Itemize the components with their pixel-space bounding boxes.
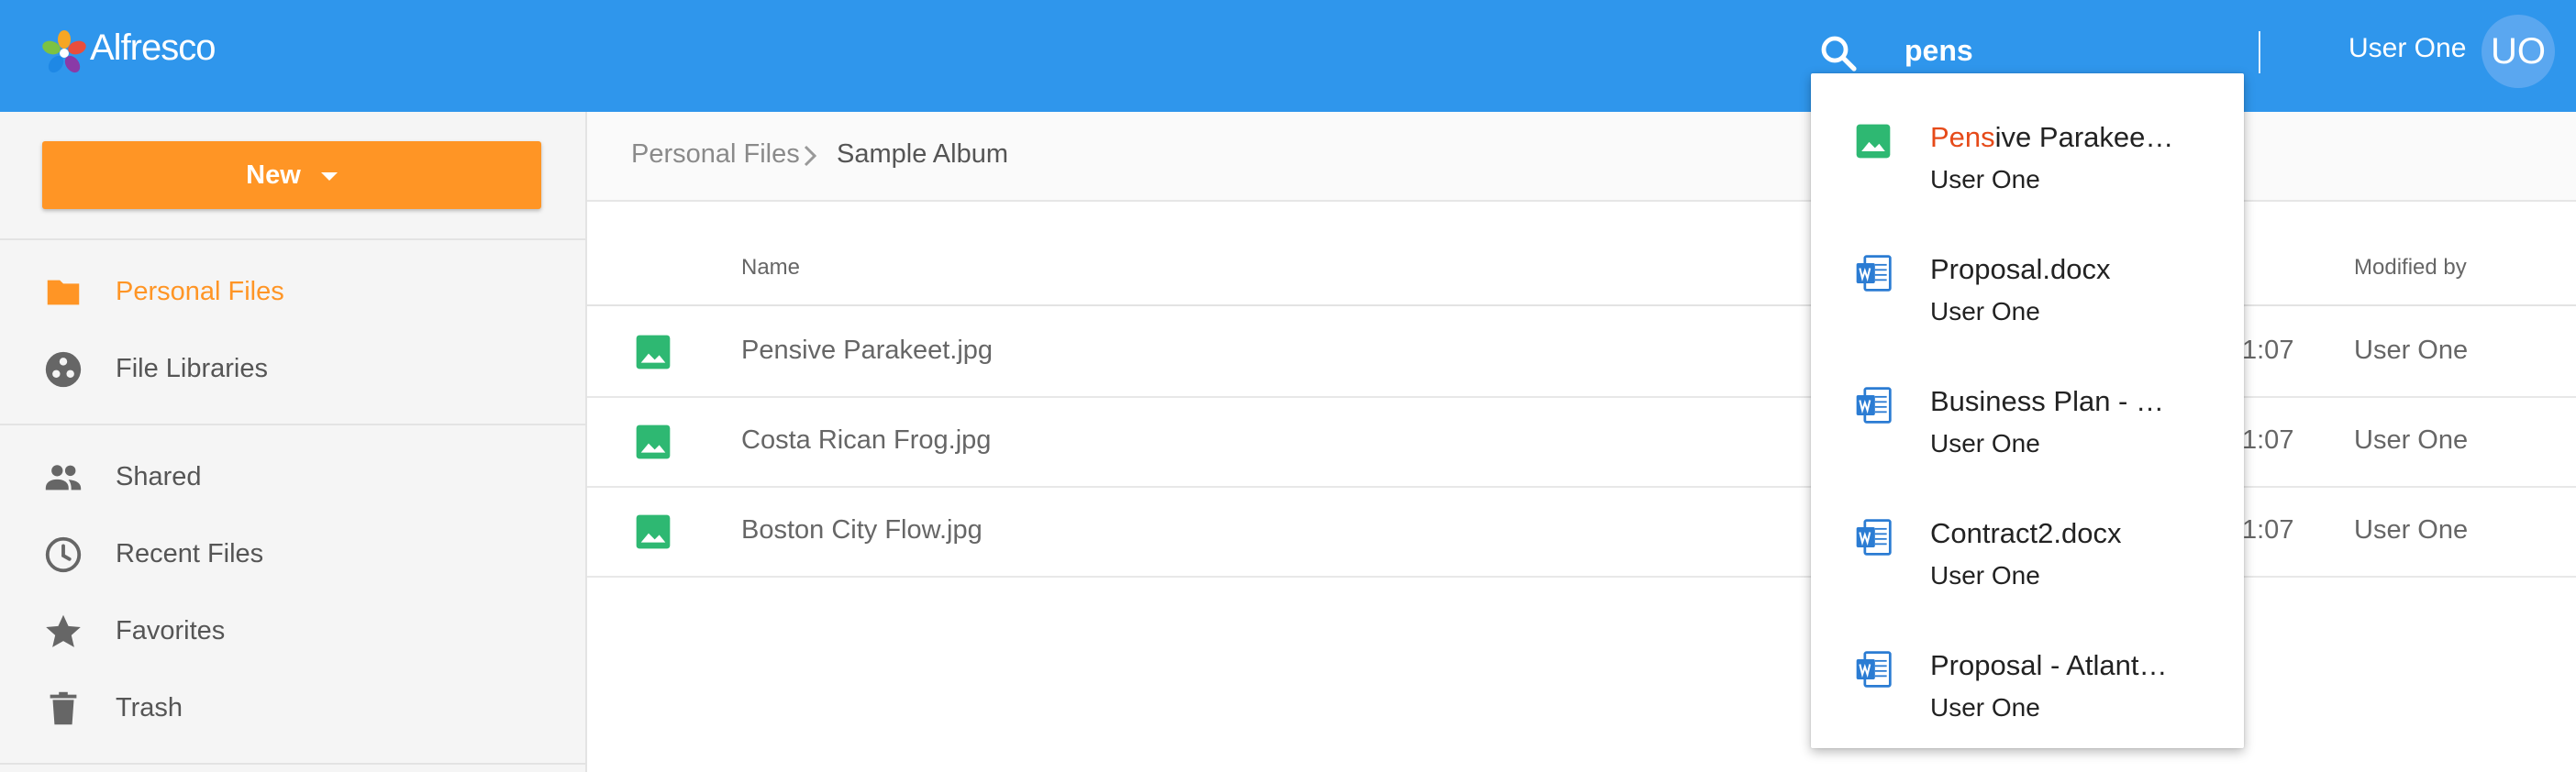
table-row[interactable]: Boston City Flow.jpg 1:07 User One: [587, 486, 2576, 578]
sidebar-item-favorites[interactable]: Favorites: [0, 598, 583, 662]
clock-icon: [42, 534, 84, 576]
search-result-owner: User One: [1930, 693, 2040, 722]
modified-time: 1:07: [2242, 336, 2294, 365]
modified-time: 1:07: [2242, 515, 2294, 545]
new-button-label: New: [246, 160, 301, 190]
search-result-item[interactable]: Proposal - Atlant… User One: [1811, 601, 2244, 733]
search-result-owner: User One: [1930, 561, 2040, 590]
app-name: Alfresco: [90, 28, 216, 68]
user-name[interactable]: User One: [2348, 33, 2466, 64]
modified-time: 1:07: [2242, 425, 2294, 455]
image-file-icon: [635, 513, 672, 550]
file-name[interactable]: Costa Rican Frog.jpg: [741, 425, 991, 456]
trash-icon: [42, 688, 84, 730]
search-icon[interactable]: [1816, 31, 1860, 75]
column-header-modified-by[interactable]: Modified by: [2354, 255, 2467, 281]
search-result-item[interactable]: Contract2.docx User One: [1811, 469, 2244, 601]
modified-by: User One: [2354, 336, 2469, 365]
breadcrumb: Personal Files Sample Album: [587, 112, 2576, 202]
new-button[interactable]: New: [42, 141, 541, 209]
sidebar-item-label: Recent Files: [116, 539, 264, 568]
file-name[interactable]: Pensive Parakeet.jpg: [741, 336, 993, 366]
search-result-name: Pensive Parakee…: [1930, 121, 2205, 154]
sidebar-item-label: Trash: [116, 693, 183, 722]
search-result-name: Proposal - Atlant…: [1930, 649, 2168, 681]
header-divider: [2259, 31, 2260, 73]
sidebar-item-label: Favorites: [116, 616, 226, 645]
image-file-icon: [635, 424, 672, 460]
table-row[interactable]: Costa Rican Frog.jpg 1:07 User One: [587, 396, 2576, 488]
word-doc-icon: [1853, 253, 1893, 293]
sidebar-item-shared[interactable]: Shared: [0, 444, 583, 508]
sidebar-divider: [0, 763, 585, 765]
sidebar-item-label: Shared: [116, 462, 202, 491]
folder-icon: [42, 271, 84, 314]
search-result-owner: User One: [1930, 165, 2040, 193]
search-result-name: Contract2.docx: [1930, 517, 2122, 549]
chevron-right-icon: [796, 139, 824, 172]
search-result-name: Proposal.docx: [1930, 253, 2111, 285]
modified-by: User One: [2354, 515, 2469, 545]
people-icon: [42, 457, 84, 499]
image-file-icon: [635, 334, 672, 370]
sidebar-item-label: File Libraries: [116, 354, 268, 383]
search-results-dropdown: Pensive Parakee… User One Proposal.docx …: [1811, 73, 2244, 748]
sidebar-item-personal-files[interactable]: Personal Files: [0, 259, 583, 323]
breadcrumb-item-personal-files[interactable]: Personal Files: [631, 139, 800, 170]
sidebar: New Personal Files File Libraries Shared…: [0, 112, 587, 772]
search-result-name: Business Plan - …: [1930, 385, 2164, 417]
search-result-item[interactable]: Business Plan - … User One: [1811, 337, 2244, 469]
sidebar-divider: [0, 238, 585, 240]
alfresco-flower-icon: [42, 30, 86, 73]
table-row[interactable]: Pensive Parakeet.jpg 1:07 User One: [587, 306, 2576, 398]
search-result-name-rest: ive Parakee…: [1994, 121, 2174, 153]
sidebar-item-label: Personal Files: [116, 277, 284, 306]
sidebar-item-file-libraries[interactable]: File Libraries: [0, 336, 583, 400]
star-icon: [42, 611, 84, 653]
sidebar-item-trash[interactable]: Trash: [0, 675, 583, 739]
modified-by: User One: [2354, 425, 2469, 455]
word-doc-icon: [1853, 517, 1893, 557]
search-input[interactable]: [1904, 26, 2235, 75]
search-match-highlight: Pens: [1930, 121, 1995, 153]
avatar[interactable]: UO: [2482, 15, 2555, 88]
search-result-item[interactable]: Pensive Parakee… User One: [1811, 73, 2244, 205]
sidebar-item-recent-files[interactable]: Recent Files: [0, 521, 583, 585]
breadcrumb-item-sample-album: Sample Album: [837, 139, 1008, 169]
search-result-owner: User One: [1930, 429, 2040, 458]
search-result-owner: User One: [1930, 297, 2040, 325]
word-doc-icon: [1853, 385, 1893, 425]
word-doc-icon: [1853, 649, 1893, 689]
image-file-icon: [1853, 121, 1893, 161]
column-header-name[interactable]: Name: [741, 255, 800, 281]
libraries-icon: [42, 348, 84, 391]
caret-down-icon: [320, 171, 338, 181]
sidebar-divider: [0, 424, 585, 425]
file-name[interactable]: Boston City Flow.jpg: [741, 515, 983, 546]
search-result-item[interactable]: Proposal.docx User One: [1811, 205, 2244, 337]
